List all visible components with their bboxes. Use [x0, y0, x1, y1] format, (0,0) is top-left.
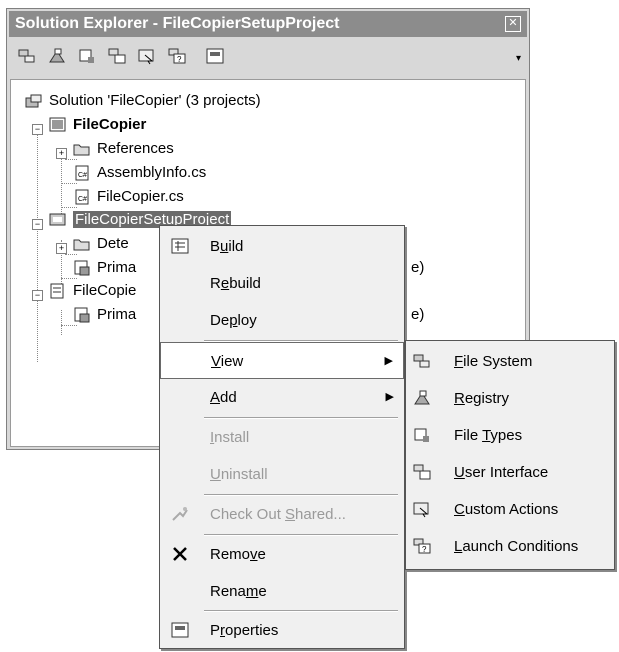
build-icon [170, 237, 190, 255]
collapse-toggle[interactable]: − [32, 219, 43, 230]
svg-text:C#: C# [78, 172, 87, 179]
menu-item-deploy[interactable]: Deploy [160, 302, 404, 339]
window-title: Solution Explorer - FileCopierSetupProje… [15, 15, 340, 32]
menu-label: Custom Actions [454, 501, 559, 518]
setup-project-icon [49, 212, 67, 228]
submenu-item-user-interface[interactable]: User Interface [406, 454, 614, 491]
collapse-toggle[interactable]: − [32, 124, 43, 135]
menu-label: Rebuild [210, 275, 261, 292]
launch-conditions-icon: ? [412, 537, 432, 555]
context-menu: Build Rebuild Deploy View ▶ Add ▶ Instal… [159, 225, 405, 649]
launch-conditions-icon[interactable]: ? [167, 47, 187, 65]
menu-label: Deploy [210, 312, 257, 329]
window-title-bar: Solution Explorer - FileCopierSetupProje… [9, 11, 527, 37]
menu-item-check-out-shared[interactable]: Check Out Shared... [160, 496, 404, 533]
output-icon [73, 307, 91, 323]
menu-item-uninstall[interactable]: Uninstall [160, 456, 404, 493]
toolbar-dropdown-icon[interactable]: ▾ [516, 53, 521, 64]
file-system-icon[interactable] [17, 47, 37, 65]
svg-text:?: ? [422, 545, 427, 554]
check-out-icon [170, 505, 190, 523]
menu-item-rename[interactable]: Rename [160, 573, 404, 610]
menu-label: Build [210, 238, 244, 255]
properties-icon[interactable] [205, 47, 225, 65]
menu-label: Install [210, 429, 250, 446]
svg-text:?: ? [177, 55, 182, 64]
submenu-item-custom-actions[interactable]: Custom Actions [406, 491, 614, 528]
expand-toggle[interactable]: + [56, 243, 67, 254]
output-icon [73, 260, 91, 276]
menu-item-remove[interactable]: Remove [160, 536, 404, 573]
menu-label: Properties [210, 622, 279, 639]
menu-label: File System [454, 353, 533, 370]
cs-file-icon: C# [73, 189, 91, 205]
close-icon[interactable]: ✕ [505, 16, 521, 32]
file-types-icon [412, 426, 432, 444]
file-types-icon[interactable] [77, 47, 97, 65]
toolbar: ? ▾ [9, 39, 527, 73]
tree-item-primary-output[interactable]: Prima [73, 257, 136, 279]
menu-label: Uninstall [210, 466, 268, 483]
tree-item-project-3[interactable]: FileCopie [49, 280, 136, 302]
tree-item-solution[interactable]: Solution 'FileCopier' (3 projects) [25, 90, 261, 112]
folder-icon [73, 141, 91, 157]
tree-item-assemblyinfo[interactable]: C# AssemblyInfo.cs [73, 162, 206, 184]
submenu-arrow-icon: ▶ [384, 355, 393, 367]
menu-item-build[interactable]: Build [160, 228, 404, 265]
menu-label: View [211, 353, 244, 370]
tree-item-detected-dependencies[interactable]: Dete [73, 233, 129, 255]
submenu-item-file-system[interactable]: File System [406, 343, 614, 380]
menu-label: Registry [454, 390, 510, 407]
submenu-item-launch-conditions[interactable]: ? Launch Conditions [406, 528, 614, 565]
registry-icon[interactable] [47, 47, 67, 65]
tree-item-references[interactable]: References [73, 138, 174, 160]
tree-item-primary-output-2[interactable]: Prima [73, 304, 136, 326]
csharp-project-icon [49, 117, 67, 133]
tree-item-primary-output-2-tail: e) [411, 306, 425, 323]
menu-label: Add [210, 389, 237, 406]
tree-item-project-filecopier[interactable]: FileCopier [49, 114, 146, 136]
submenu-item-file-types[interactable]: File Types [406, 417, 614, 454]
view-submenu: File System Registry File Types User Int… [405, 340, 615, 570]
folder-icon [73, 236, 91, 252]
menu-label: Launch Conditions [454, 538, 579, 555]
solution-icon [25, 93, 43, 109]
custom-actions-icon[interactable] [137, 47, 157, 65]
submenu-arrow-icon: ▶ [385, 391, 394, 403]
menu-item-properties[interactable]: Properties [160, 612, 404, 649]
delete-x-icon [170, 545, 190, 563]
project-icon [49, 283, 67, 299]
properties-icon [170, 621, 190, 639]
tree-item-primary-output-tail: e) [411, 259, 425, 276]
menu-item-view[interactable]: View ▶ [160, 342, 404, 379]
menu-label: User Interface [454, 464, 549, 481]
tree-item-filecopier-cs[interactable]: C# FileCopier.cs [73, 186, 184, 208]
user-interface-icon [412, 463, 432, 481]
user-interface-icon[interactable] [107, 47, 127, 65]
collapse-toggle[interactable]: − [32, 290, 43, 301]
menu-label: Rename [210, 583, 267, 600]
expand-toggle[interactable]: + [56, 148, 67, 159]
menu-item-install[interactable]: Install [160, 419, 404, 456]
tree-line [37, 124, 38, 362]
submenu-item-registry[interactable]: Registry [406, 380, 614, 417]
registry-icon [412, 389, 432, 407]
svg-text:C#: C# [78, 196, 87, 203]
menu-label: File Types [454, 427, 523, 444]
tree-line [61, 310, 62, 335]
menu-item-add[interactable]: Add ▶ [160, 379, 404, 416]
menu-item-rebuild[interactable]: Rebuild [160, 265, 404, 302]
file-system-icon [412, 352, 432, 370]
custom-actions-icon [412, 500, 432, 518]
menu-label: Check Out Shared... [210, 506, 346, 523]
cs-file-icon: C# [73, 165, 91, 181]
menu-label: Remove [210, 546, 266, 563]
